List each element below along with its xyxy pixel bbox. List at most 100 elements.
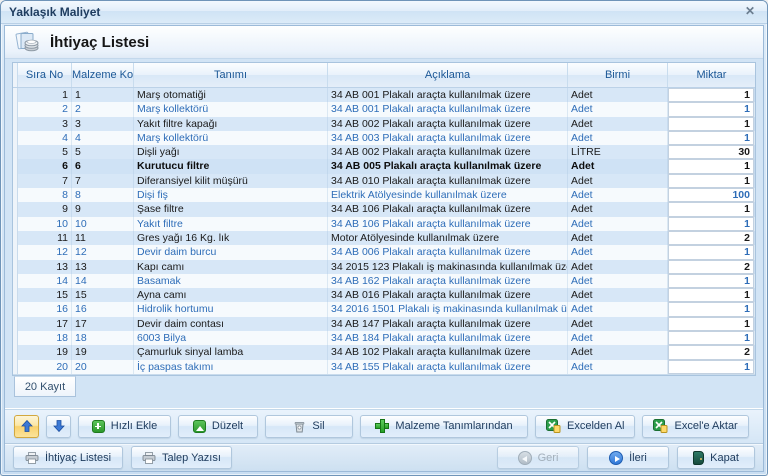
record-count-tab[interactable]: 20 Kayıt — [14, 376, 76, 397]
miktar-value[interactable]: 1 — [668, 102, 754, 116]
table-row[interactable]: 1010Yakıt filtre34 AB 106 Plakalı araçta… — [13, 217, 755, 231]
from-material-defs-button[interactable]: Malzeme Tanımlarından — [360, 415, 528, 438]
miktar-value[interactable]: 1 — [668, 317, 754, 331]
cell-malzeme-kodu: 18 — [72, 331, 134, 345]
cell-sira-no: 20 — [18, 360, 72, 374]
table-row[interactable]: 1515Ayna camı34 AB 016 Plakalı araçta ku… — [13, 288, 755, 302]
quick-add-button[interactable]: Hızlı Ekle — [78, 415, 171, 438]
miktar-value[interactable]: 1 — [668, 202, 754, 216]
table-row[interactable]: 88Dişi fişElektrik Atölyesinde kullanılm… — [13, 188, 755, 202]
table-row[interactable]: 33Yakıt filtre kapağı34 AB 002 Plakalı a… — [13, 117, 755, 131]
table-row[interactable]: 1616Hidrolik hortumu34 2016 1501 Plakalı… — [13, 302, 755, 316]
forward-button[interactable]: İleri — [587, 446, 669, 469]
grid-footer: 20 Kayıt — [12, 376, 756, 400]
table-row[interactable]: 44Marş kollektörü34 AB 003 Plakalı araçt… — [13, 131, 755, 145]
miktar-value[interactable]: 1 — [668, 245, 754, 259]
print-request-button[interactable]: Talep Yazısı — [131, 446, 232, 469]
forward-label: İleri — [629, 452, 647, 464]
miktar-value[interactable]: 30 — [668, 145, 754, 159]
table-header: Sıra No Malzeme Kodu Tanımı Açıklama Bir… — [13, 63, 755, 88]
miktar-value[interactable]: 1 — [668, 331, 754, 345]
bottom-bar: İhtiyaç Listesi Talep Yazısı Geri — [5, 443, 763, 471]
cell-miktar: 1 — [668, 88, 755, 102]
back-button[interactable]: Geri — [497, 446, 579, 469]
table-row[interactable]: 18186003 Bilya34 AB 184 Plakalı araçta k… — [13, 331, 755, 345]
miktar-value[interactable]: 1 — [668, 360, 754, 374]
miktar-value[interactable]: 2 — [668, 260, 754, 274]
miktar-value[interactable]: 1 — [668, 159, 754, 173]
miktar-value[interactable]: 1 — [668, 274, 754, 288]
col-header-miktar[interactable]: Miktar — [668, 63, 755, 87]
main-panel: İhtiyaç Listesi Sıra No Malzeme Kodu Tan… — [4, 25, 764, 472]
cell-malzeme-kodu: 7 — [72, 174, 134, 188]
cell-sira-no: 3 — [18, 117, 72, 131]
table-row[interactable]: 11Marş otomatiği34 AB 001 Plakalı araçta… — [13, 88, 755, 102]
cell-tanimi: Marş otomatiği — [134, 88, 328, 102]
quick-add-label: Hızlı Ekle — [111, 420, 157, 432]
printer-icon — [142, 452, 156, 464]
delete-button[interactable]: Sil — [265, 415, 353, 438]
col-header-malzeme-kodu[interactable]: Malzeme Kodu — [72, 63, 134, 87]
trash-icon — [293, 420, 306, 433]
cell-malzeme-kodu: 10 — [72, 217, 134, 231]
table-row[interactable]: 55Dişli yağı34 AB 002 Plakalı araçta kul… — [13, 145, 755, 159]
table-row[interactable]: 2020İç paspas takımı34 AB 155 Plakalı ar… — [13, 360, 755, 374]
cell-sira-no: 8 — [18, 188, 72, 202]
cell-malzeme-kodu: 17 — [72, 317, 134, 331]
table-row[interactable]: 1919Çamurluk sinyal lamba34 AB 102 Plaka… — [13, 345, 755, 359]
table-row[interactable]: 1212Devir daim burcu34 AB 006 Plakalı ar… — [13, 245, 755, 259]
import-excel-button[interactable]: Excelden Al — [535, 415, 635, 438]
col-header-tanimi[interactable]: Tanımı — [134, 63, 328, 87]
cell-tanimi: Çamurluk sinyal lamba — [134, 345, 328, 359]
cell-tanimi: Dişli yağı — [134, 145, 328, 159]
miktar-value[interactable]: 1 — [668, 288, 754, 302]
miktar-value[interactable]: 1 — [668, 131, 754, 145]
cell-miktar: 1 — [668, 159, 755, 173]
cell-aciklama: Motor Atölyesinde kullanılmak üzere — [328, 231, 568, 245]
col-header-birmi[interactable]: Birmi — [568, 63, 668, 87]
miktar-value[interactable]: 2 — [668, 345, 754, 359]
cell-birmi: Adet — [568, 202, 668, 216]
col-header-aciklama[interactable]: Açıklama — [328, 63, 568, 87]
close-window-button[interactable]: Kapat — [677, 446, 755, 469]
cell-miktar: 1 — [668, 288, 755, 302]
edit-button[interactable]: Düzelt — [178, 415, 258, 438]
cell-malzeme-kodu: 9 — [72, 202, 134, 216]
miktar-value[interactable]: 1 — [668, 217, 754, 231]
title-bar[interactable]: Yaklaşık Maliyet ✕ — [1, 1, 767, 24]
export-excel-button[interactable]: Excel'e Aktar — [642, 415, 748, 438]
cell-malzeme-kodu: 13 — [72, 260, 134, 274]
cell-aciklama: 34 AB 002 Plakalı araçta kullanılmak üze… — [328, 117, 568, 131]
cell-birmi: Adet — [568, 159, 668, 173]
miktar-value[interactable]: 100 — [668, 188, 754, 202]
cell-sira-no: 9 — [18, 202, 72, 216]
data-grid: Sıra No Malzeme Kodu Tanımı Açıklama Bir… — [12, 62, 756, 376]
miktar-value[interactable]: 1 — [668, 302, 754, 316]
miktar-value[interactable]: 1 — [668, 88, 754, 102]
move-down-button[interactable] — [46, 415, 71, 438]
cell-sira-no: 5 — [18, 145, 72, 159]
table-row[interactable]: 22Marş kollektörü34 AB 001 Plakalı araçt… — [13, 102, 755, 116]
move-up-button[interactable] — [14, 415, 39, 438]
miktar-value[interactable]: 1 — [668, 174, 754, 188]
col-header-sira-no[interactable]: Sıra No — [18, 63, 72, 87]
edit-icon — [193, 420, 206, 433]
from-material-defs-label: Malzeme Tanımlarından — [395, 420, 512, 432]
table-row[interactable]: 77Diferansiyel kilit müşürü34 AB 010 Pla… — [13, 174, 755, 188]
table-row[interactable]: 1717Devir daim contası34 AB 147 Plakalı … — [13, 317, 755, 331]
table-row[interactable]: 1111Gres yağı 16 Kg. lıkMotor Atölyesind… — [13, 231, 755, 245]
table-row[interactable]: 99Şase filtre34 AB 106 Plakalı araçta ku… — [13, 202, 755, 216]
miktar-value[interactable]: 2 — [668, 231, 754, 245]
cell-birmi: Adet — [568, 331, 668, 345]
print-needs-list-button[interactable]: İhtiyaç Listesi — [13, 446, 123, 469]
table-row[interactable]: 66Kurutucu filtre34 AB 005 Plakalı araçt… — [13, 159, 755, 173]
table-row[interactable]: 1313Kapı camı34 2015 123 Plakalı iş maki… — [13, 260, 755, 274]
add-icon — [92, 420, 105, 433]
cell-birmi: Adet — [568, 217, 668, 231]
cell-birmi: LİTRE — [568, 145, 668, 159]
close-icon[interactable]: ✕ — [741, 4, 759, 20]
cell-aciklama: 34 AB 010 Plakalı araçta kullanılmak üze… — [328, 174, 568, 188]
miktar-value[interactable]: 1 — [668, 117, 754, 131]
table-row[interactable]: 1414Basamak34 AB 162 Plakalı araçta kull… — [13, 274, 755, 288]
cell-aciklama: 34 AB 147 Plakalı araçta kullanılmak üze… — [328, 317, 568, 331]
